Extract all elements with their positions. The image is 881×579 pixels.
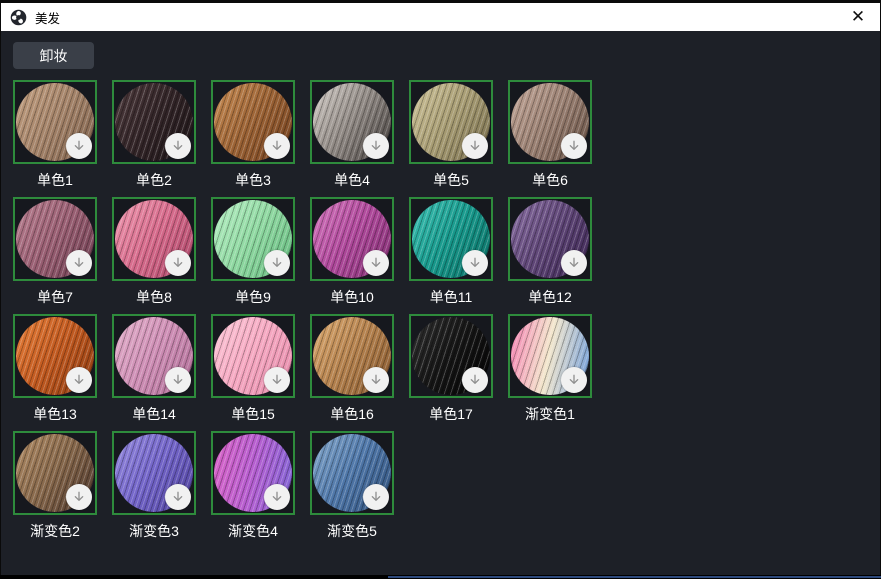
download-icon[interactable] [363, 250, 389, 276]
swatch-label: 单色13 [33, 405, 77, 424]
hair-swatch[interactable] [310, 80, 394, 164]
swatch-cell: 渐变色3 [112, 431, 196, 541]
swatch-label: 单色1 [37, 171, 73, 190]
hair-swatch[interactable] [409, 314, 493, 398]
swatch-label: 单色9 [235, 288, 271, 307]
swatch-cell: 单色10 [310, 197, 394, 307]
swatch-cell: 单色15 [211, 314, 295, 424]
swatch-label: 渐变色1 [525, 405, 575, 424]
hair-swatch[interactable] [310, 431, 394, 515]
hair-swatch[interactable] [211, 197, 295, 281]
window-title: 美发 [35, 8, 836, 27]
dialog-body: 卸妆 单色1 单色2 [0, 31, 881, 575]
download-icon[interactable] [165, 367, 191, 393]
obs-logo-icon [10, 9, 27, 26]
swatch-label: 渐变色3 [129, 522, 179, 541]
download-icon[interactable] [462, 367, 488, 393]
swatch-label: 渐变色5 [327, 522, 377, 541]
hair-swatch[interactable] [112, 80, 196, 164]
swatch-label: 单色11 [430, 288, 473, 307]
swatch-cell: 单色2 [112, 80, 196, 190]
swatch-cell: 单色13 [13, 314, 97, 424]
hair-swatch[interactable] [508, 80, 592, 164]
swatch-label: 单色6 [532, 171, 568, 190]
download-icon[interactable] [363, 367, 389, 393]
swatch-label: 单色7 [37, 288, 73, 307]
swatch-cell: 单色11 [409, 197, 493, 307]
titlebar: 美发 ✕ [0, 3, 881, 31]
download-icon[interactable] [561, 250, 587, 276]
swatch-cell: 单色8 [112, 197, 196, 307]
close-icon: ✕ [851, 7, 865, 27]
hair-swatch[interactable] [112, 431, 196, 515]
hair-swatch[interactable] [508, 197, 592, 281]
background-window-bottom-edge [0, 575, 881, 579]
swatch-cell: 渐变色4 [211, 431, 295, 541]
hair-swatch[interactable] [13, 80, 97, 164]
download-icon[interactable] [462, 250, 488, 276]
swatch-cell: 单色1 [13, 80, 97, 190]
download-icon[interactable] [66, 133, 92, 159]
swatch-cell: 单色6 [508, 80, 592, 190]
download-icon[interactable] [462, 133, 488, 159]
hair-swatch[interactable] [310, 197, 394, 281]
swatch-cell: 单色7 [13, 197, 97, 307]
swatch-label: 单色15 [231, 405, 275, 424]
hair-swatch[interactable] [13, 197, 97, 281]
close-button[interactable]: ✕ [836, 3, 880, 31]
hair-dialog-window: 美发 ✕ 卸妆 单色1 单色2 [0, 0, 881, 579]
download-icon[interactable] [363, 133, 389, 159]
hair-swatch[interactable] [211, 80, 295, 164]
swatch-cell: 渐变色1 [508, 314, 592, 424]
download-icon[interactable] [165, 250, 191, 276]
swatch-label: 单色8 [136, 288, 172, 307]
hair-swatch[interactable] [310, 314, 394, 398]
download-icon[interactable] [264, 250, 290, 276]
swatch-cell: 单色5 [409, 80, 493, 190]
hair-swatch[interactable] [409, 197, 493, 281]
download-icon[interactable] [264, 133, 290, 159]
hair-swatch[interactable] [211, 314, 295, 398]
download-icon[interactable] [66, 367, 92, 393]
download-icon[interactable] [264, 367, 290, 393]
swatch-cell: 单色12 [508, 197, 592, 307]
hair-swatch[interactable] [13, 431, 97, 515]
swatch-label: 单色12 [528, 288, 572, 307]
hair-swatch[interactable] [13, 314, 97, 398]
hair-swatch[interactable] [409, 80, 493, 164]
swatch-cell: 渐变色2 [13, 431, 97, 541]
download-icon[interactable] [66, 484, 92, 510]
swatch-cell: 单色4 [310, 80, 394, 190]
download-icon[interactable] [264, 484, 290, 510]
swatch-cell: 单色3 [211, 80, 295, 190]
hair-swatch[interactable] [211, 431, 295, 515]
swatch-label: 单色4 [334, 171, 370, 190]
swatch-cell: 单色14 [112, 314, 196, 424]
swatch-label: 单色5 [433, 171, 469, 190]
download-icon[interactable] [561, 133, 587, 159]
hair-swatch[interactable] [112, 197, 196, 281]
swatch-label: 单色3 [235, 171, 271, 190]
download-icon[interactable] [165, 133, 191, 159]
background-window-accent-line [388, 576, 881, 578]
swatch-grid: 单色1 单色2 单色3 [13, 80, 868, 541]
hair-swatch[interactable] [508, 314, 592, 398]
swatch-cell: 单色9 [211, 197, 295, 307]
swatch-label: 单色2 [136, 171, 172, 190]
download-icon[interactable] [165, 484, 191, 510]
swatch-label: 单色14 [132, 405, 176, 424]
download-icon[interactable] [363, 484, 389, 510]
swatch-cell: 渐变色5 [310, 431, 394, 541]
swatch-label: 单色17 [429, 405, 473, 424]
download-icon[interactable] [561, 367, 587, 393]
swatch-label: 渐变色4 [228, 522, 278, 541]
swatch-label: 单色16 [330, 405, 374, 424]
download-icon[interactable] [66, 250, 92, 276]
hair-swatch[interactable] [112, 314, 196, 398]
swatch-label: 渐变色2 [30, 522, 80, 541]
swatch-label: 单色10 [330, 288, 374, 307]
swatch-cell: 单色16 [310, 314, 394, 424]
remove-makeup-button[interactable]: 卸妆 [13, 42, 94, 69]
swatch-cell: 单色17 [409, 314, 493, 424]
